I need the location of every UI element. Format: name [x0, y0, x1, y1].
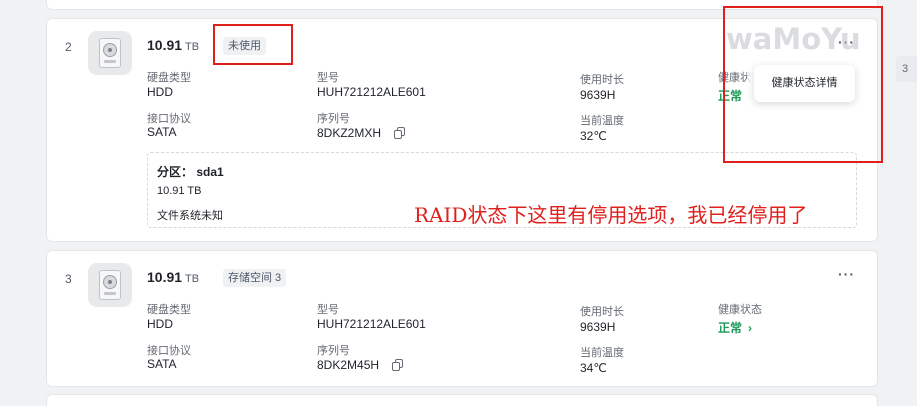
- serial-label: 序列号: [317, 345, 350, 357]
- capacity-unit: TB: [185, 41, 200, 53]
- status-badge: 存储空间 3: [223, 269, 287, 287]
- health-status-label: 健康状态: [718, 304, 762, 316]
- hard-disk-icon: [88, 263, 132, 307]
- chevron-right-icon: ›: [748, 321, 753, 335]
- disk-card-previous: [46, 0, 878, 10]
- model-value: HUH721212ALE601: [317, 85, 426, 99]
- capacity-value: 10.91: [147, 37, 183, 53]
- disk-capacity: 10.91 TB: [147, 269, 199, 285]
- disk-list-page: 2 10.91 TB 未使用 ··· 硬盘类型 HDD 接口协议 SATA 型号 …: [0, 0, 917, 406]
- model-label: 型号: [317, 72, 339, 84]
- interface-label: 接口协议: [147, 345, 191, 357]
- temperature-label: 当前温度: [580, 115, 624, 127]
- temperature-label: 当前温度: [580, 347, 624, 359]
- serial-label: 序列号: [317, 113, 350, 125]
- interface-value: SATA: [147, 125, 177, 139]
- health-status-value: 正常: [718, 89, 743, 103]
- health-status-link[interactable]: 正常: [718, 87, 742, 104]
- usage-hours-value: 9639H: [580, 88, 616, 102]
- disk-card: 3 10.91 TB 存储空间 3 ··· 硬盘类型 HDD 接口协议 SATA …: [46, 250, 878, 387]
- disk-card-next: [46, 394, 878, 406]
- disk-capacity: 10.91 TB: [147, 37, 199, 53]
- usage-hours-label: 使用时长: [580, 74, 624, 86]
- model-value: HUH721212ALE601: [317, 317, 426, 331]
- disk-type-label: 硬盘类型: [147, 72, 191, 84]
- serial-value: 8DK2M45H: [317, 358, 380, 372]
- usage-hours-label: 使用时长: [580, 306, 624, 318]
- partition-size: 10.91 TB: [157, 185, 202, 197]
- status-badge: 未使用: [223, 37, 266, 55]
- health-status-link[interactable]: 正常 ›: [718, 319, 752, 336]
- disk-type-value: HDD: [147, 317, 173, 331]
- disk-index: 2: [65, 40, 72, 54]
- disk-index: 3: [65, 272, 72, 286]
- capacity-value: 10.91: [147, 269, 183, 285]
- interface-label: 接口协议: [147, 113, 191, 125]
- capacity-unit: TB: [185, 273, 200, 285]
- side-panel-tab[interactable]: 3: [896, 56, 917, 82]
- health-status-value: 正常: [718, 321, 743, 335]
- temperature-value: 34℃: [580, 361, 607, 375]
- disk-type-label: 硬盘类型: [147, 304, 191, 316]
- annotation-text: RAID状态下这里有停用选项，我已经停用了: [414, 203, 808, 227]
- partition-title: 分区： sda1: [157, 165, 224, 179]
- temperature-value: 32℃: [580, 129, 607, 143]
- model-label: 型号: [317, 304, 339, 316]
- disk-type-value: HDD: [147, 85, 173, 99]
- copy-icon[interactable]: [394, 127, 405, 139]
- copy-icon[interactable]: [392, 359, 403, 371]
- hard-disk-icon: [88, 31, 132, 75]
- serial-value: 8DKZ2MXH: [317, 126, 382, 140]
- partition-filesystem: 文件系统未知: [157, 210, 223, 222]
- more-actions-button[interactable]: ···: [838, 266, 855, 282]
- interface-value: SATA: [147, 357, 177, 371]
- health-detail-menu-item[interactable]: 健康状态详情: [754, 65, 855, 102]
- watermark: waMoYu: [726, 22, 861, 56]
- usage-hours-value: 9639H: [580, 320, 616, 334]
